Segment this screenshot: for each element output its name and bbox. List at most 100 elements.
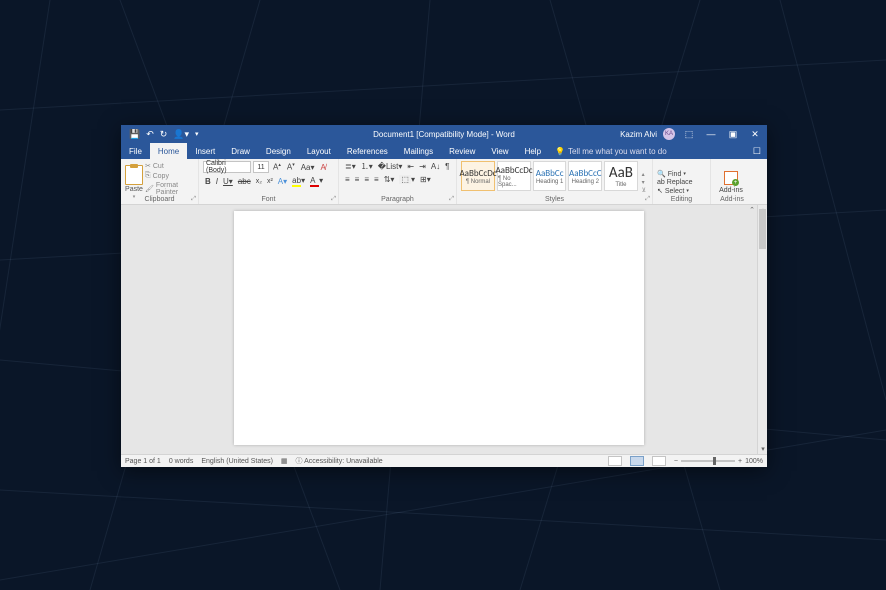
word-count[interactable]: 0 words <box>169 458 194 465</box>
style-normal[interactable]: AaBbCcDc¶ Normal <box>461 161 495 191</box>
change-case-icon[interactable]: Aa▾ <box>299 163 317 172</box>
close-icon[interactable]: ✕ <box>747 127 763 141</box>
line-spacing-icon[interactable]: ⇅▾ <box>382 175 397 184</box>
align-center-icon[interactable]: ≡ <box>353 175 362 184</box>
style-heading1[interactable]: AaBbCcHeading 1 <box>533 161 566 191</box>
font-name-select[interactable]: Calibri (Body) <box>203 161 251 173</box>
ribbon: Paste ▾ ✂Cut ⎘Copy 🖌Format Painter Clipb… <box>121 159 767 205</box>
styles-down-icon[interactable]: ▾ <box>642 179 646 186</box>
share-icon[interactable]: ☐ <box>753 146 761 157</box>
tab-layout[interactable]: Layout <box>299 143 339 159</box>
document-page[interactable] <box>234 211 644 445</box>
page-count[interactable]: Page 1 of 1 <box>125 458 161 465</box>
save-icon[interactable]: 💾 <box>129 129 140 140</box>
styles-more-icon[interactable]: ⊻ <box>642 187 646 194</box>
justify-icon[interactable]: ≡ <box>372 175 381 184</box>
shrink-font-icon[interactable]: A▾ <box>285 162 297 172</box>
font-launcher-icon[interactable]: ⤢ <box>331 196 336 203</box>
style-heading2[interactable]: AaBbCcCHeading 2 <box>568 161 602 191</box>
zoom-level[interactable]: 100% <box>745 458 763 465</box>
grow-font-icon[interactable]: A▴ <box>271 162 283 172</box>
macro-icon[interactable]: ▦ <box>281 457 288 465</box>
scroll-down-icon[interactable]: ▾ <box>758 444 767 454</box>
group-editing: 🔍Find▾ abReplace ↖Select▾ Editing <box>653 159 711 204</box>
redo-icon[interactable]: ↻ <box>160 129 168 140</box>
tab-design[interactable]: Design <box>258 143 299 159</box>
decrease-indent-icon[interactable]: ⇤ <box>405 162 416 171</box>
clear-formatting-icon[interactable]: A̸ <box>319 163 328 172</box>
bold-button[interactable]: B <box>203 177 213 186</box>
sort-icon[interactable]: A↓ <box>429 162 442 171</box>
numbering-icon[interactable]: ⒈▾ <box>359 161 375 172</box>
ruler-toggle-icon[interactable]: ⌃ <box>749 206 755 214</box>
font-color-icon[interactable]: A▾ <box>308 176 325 187</box>
read-mode-icon[interactable] <box>608 456 622 466</box>
group-styles: AaBbCcDc¶ Normal AaBbCcDc¶ No Spac... Aa… <box>457 159 653 204</box>
strike-button[interactable]: abc <box>236 177 253 186</box>
tab-help[interactable]: Help <box>517 143 549 159</box>
quick-access-toolbar: 💾 ↶ ↻ 👤▾ ▾ <box>121 129 199 140</box>
highlight-icon[interactable]: ab▾ <box>290 176 307 187</box>
multilevel-icon[interactable]: �List▾ <box>376 162 405 171</box>
replace-button[interactable]: abReplace <box>657 179 692 186</box>
user-avatar[interactable]: KA <box>663 128 675 140</box>
paragraph-launcher-icon[interactable]: ⤢ <box>449 196 454 203</box>
language-status[interactable]: English (United States) <box>201 458 273 465</box>
tell-me-search[interactable]: 💡 Tell me what you want to do <box>555 143 667 159</box>
tab-home[interactable]: Home <box>150 143 187 159</box>
align-left-icon[interactable]: ≡ <box>343 175 352 184</box>
ribbon-options-icon[interactable]: ⬚ <box>681 127 697 141</box>
scissors-icon: ✂ <box>145 162 151 170</box>
copy-icon: ⎘ <box>145 172 151 180</box>
text-effects-icon[interactable]: A▾ <box>276 177 289 186</box>
tab-review[interactable]: Review <box>441 143 483 159</box>
user-name[interactable]: Kazim Alvi <box>620 130 657 139</box>
zoom-in-icon[interactable]: + <box>738 458 742 465</box>
underline-button[interactable]: U▾ <box>221 177 235 186</box>
vertical-scrollbar[interactable]: ▴ ▾ <box>757 205 767 454</box>
maximize-icon[interactable]: ▣ <box>725 127 741 141</box>
clipboard-launcher-icon[interactable]: ⤢ <box>191 196 196 203</box>
replace-icon: ab <box>657 179 665 186</box>
increase-indent-icon[interactable]: ⇥ <box>417 162 428 171</box>
tab-view[interactable]: View <box>483 143 516 159</box>
word-window: 💾 ↶ ↻ 👤▾ ▾ Document1 [Compatibility Mode… <box>121 125 767 467</box>
copy-button[interactable]: ⎘Copy <box>145 172 194 180</box>
bullets-icon[interactable]: ≣▾ <box>343 162 358 171</box>
align-right-icon[interactable]: ≡ <box>362 175 371 184</box>
shading-icon[interactable]: ⬚▾ <box>397 175 417 184</box>
tab-insert[interactable]: Insert <box>187 143 223 159</box>
style-title[interactable]: AaBTitle <box>604 161 637 191</box>
addins-icon <box>724 171 738 185</box>
zoom-slider[interactable] <box>681 460 735 462</box>
tab-references[interactable]: References <box>339 143 396 159</box>
style-nospacing[interactable]: AaBbCcDc¶ No Spac... <box>497 161 531 191</box>
qat-user-icon[interactable]: 👤▾ <box>173 129 189 140</box>
format-painter-button[interactable]: 🖌Format Painter <box>145 182 194 196</box>
subscript-button[interactable]: x₂ <box>254 178 264 185</box>
font-size-select[interactable]: 11 <box>253 161 269 173</box>
print-layout-icon[interactable] <box>630 456 644 466</box>
minimize-icon[interactable]: — <box>703 127 719 141</box>
qat-customize-icon[interactable]: ▾ <box>195 130 199 138</box>
show-marks-icon[interactable]: ¶ <box>443 162 451 171</box>
accessibility-status[interactable]: ⓘ Accessibility: Unavailable <box>296 456 383 466</box>
styles-launcher-icon[interactable]: ⤢ <box>645 196 650 203</box>
superscript-button[interactable]: x² <box>265 178 275 185</box>
styles-up-icon[interactable]: ▴ <box>642 171 646 178</box>
lightbulb-icon: 💡 <box>555 147 565 156</box>
undo-icon[interactable]: ↶ <box>146 129 154 140</box>
select-button[interactable]: ↖Select▾ <box>657 187 692 195</box>
borders-icon[interactable]: ⊞▾ <box>418 175 433 184</box>
cut-button[interactable]: ✂Cut <box>145 162 194 170</box>
web-layout-icon[interactable] <box>652 456 666 466</box>
tab-file[interactable]: File <box>121 143 150 159</box>
find-button[interactable]: 🔍Find▾ <box>657 170 692 178</box>
tab-mailings[interactable]: Mailings <box>396 143 441 159</box>
italic-button[interactable]: I <box>214 177 220 186</box>
scroll-thumb[interactable] <box>759 209 766 249</box>
ribbon-tabs: File Home Insert Draw Design Layout Refe… <box>121 143 767 159</box>
search-icon: 🔍 <box>657 170 666 178</box>
tab-draw[interactable]: Draw <box>223 143 258 159</box>
zoom-out-icon[interactable]: − <box>674 458 678 465</box>
